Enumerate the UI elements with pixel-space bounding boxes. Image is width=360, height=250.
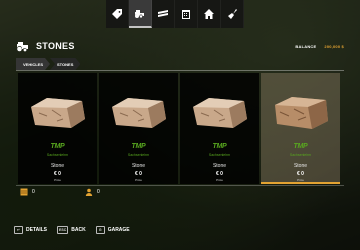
- stone-image: [31, 98, 85, 128]
- enter-key-icon: ↵: [14, 226, 23, 234]
- breadcrumb-item-stones[interactable]: STONES: [50, 58, 80, 70]
- capacity-value: 0: [32, 189, 35, 195]
- shop-item-card[interactable]: TMP Sachsenlehm Stone € 0 Price: [180, 73, 259, 184]
- breadcrumb-item-vehicles[interactable]: VEHICLES: [16, 58, 50, 70]
- tab-vehicles[interactable]: [129, 0, 152, 28]
- price-label: Price: [297, 178, 304, 182]
- esc-key-icon: ESC: [57, 226, 69, 234]
- brand-logo: TMP: [131, 143, 146, 150]
- garage-label: GARAGE: [107, 227, 130, 233]
- price-label: Price: [135, 178, 142, 182]
- item-list: TMP Sachsenlehm Stone € 0 Price TMP Sach…: [18, 73, 340, 184]
- details-button[interactable]: ↵ DETAILS: [14, 226, 47, 234]
- workers-value: 0: [97, 189, 100, 195]
- capacity-stat: 0: [20, 188, 35, 196]
- price-tag-icon: [112, 9, 122, 19]
- shovel-icon: [228, 9, 237, 19]
- action-bar: ↵ DETAILS ESC BACK G GARAGE: [14, 226, 130, 234]
- house-icon: [204, 9, 214, 19]
- back-label: BACK: [71, 227, 86, 233]
- brand-subtitle: Sachsenlehm: [289, 153, 312, 157]
- page-header: STONES BALANCE 200,000 $: [16, 38, 344, 54]
- back-button[interactable]: ESC BACK: [57, 226, 86, 234]
- stone-image: [275, 97, 328, 129]
- divider: [16, 70, 344, 71]
- garage-button[interactable]: G GARAGE: [95, 226, 130, 234]
- brand-subtitle: Sachsenlehm: [127, 153, 150, 157]
- brand-subtitle: Sachsenlehm: [46, 153, 69, 157]
- calendar-icon: [182, 10, 190, 19]
- tractor-icon: [135, 10, 144, 18]
- brand-logo: TMP: [50, 143, 65, 150]
- stone-image: [193, 98, 247, 128]
- brand-logo: TMP: [293, 143, 308, 150]
- g-key-icon: G: [95, 226, 105, 234]
- divider: [16, 185, 344, 186]
- item-price: € 0: [135, 171, 142, 177]
- price-label: Price: [216, 178, 223, 182]
- details-label: DETAILS: [26, 227, 48, 233]
- brand-subtitle: Sachsenlehm: [208, 153, 231, 157]
- shop-item-card-selected[interactable]: TMP Sachsenlehm Stone € 0 Price: [261, 73, 340, 184]
- item-price: € 0: [54, 171, 61, 177]
- item-name: Stone: [131, 163, 146, 169]
- tractor-icon: [16, 40, 31, 52]
- tab-sales[interactable]: [106, 0, 129, 28]
- top-navigation: [106, 0, 244, 28]
- item-name: Stone: [293, 163, 308, 169]
- tab-buildings[interactable]: [198, 0, 221, 28]
- stone-image: [112, 98, 166, 128]
- item-price: € 0: [216, 171, 223, 177]
- worker-icon: [85, 188, 93, 196]
- pallet-icon: [20, 188, 28, 196]
- brand-logo: TMP: [212, 143, 227, 150]
- tab-calendar[interactable]: [175, 0, 198, 28]
- shop-item-card[interactable]: TMP Sachsenlehm Stone € 0 Price: [99, 73, 178, 184]
- breadcrumb: VEHICLES STONES: [16, 58, 80, 70]
- workers-stat: 0: [85, 188, 100, 196]
- balance: BALANCE 200,000 $: [295, 44, 344, 49]
- item-price: € 0: [297, 171, 304, 177]
- balance-value: 200,000 $: [324, 43, 344, 49]
- tab-tools[interactable]: [221, 0, 244, 28]
- price-label: Price: [54, 178, 61, 182]
- item-name: Stone: [50, 163, 65, 169]
- item-name: Stone: [212, 163, 227, 169]
- shop-item-card[interactable]: TMP Sachsenlehm Stone € 0 Price: [18, 73, 97, 184]
- balance-label: BALANCE: [295, 43, 317, 49]
- page-title: STONES: [36, 41, 75, 51]
- wood-logs-icon: [158, 10, 168, 17]
- tab-objects[interactable]: [152, 0, 175, 28]
